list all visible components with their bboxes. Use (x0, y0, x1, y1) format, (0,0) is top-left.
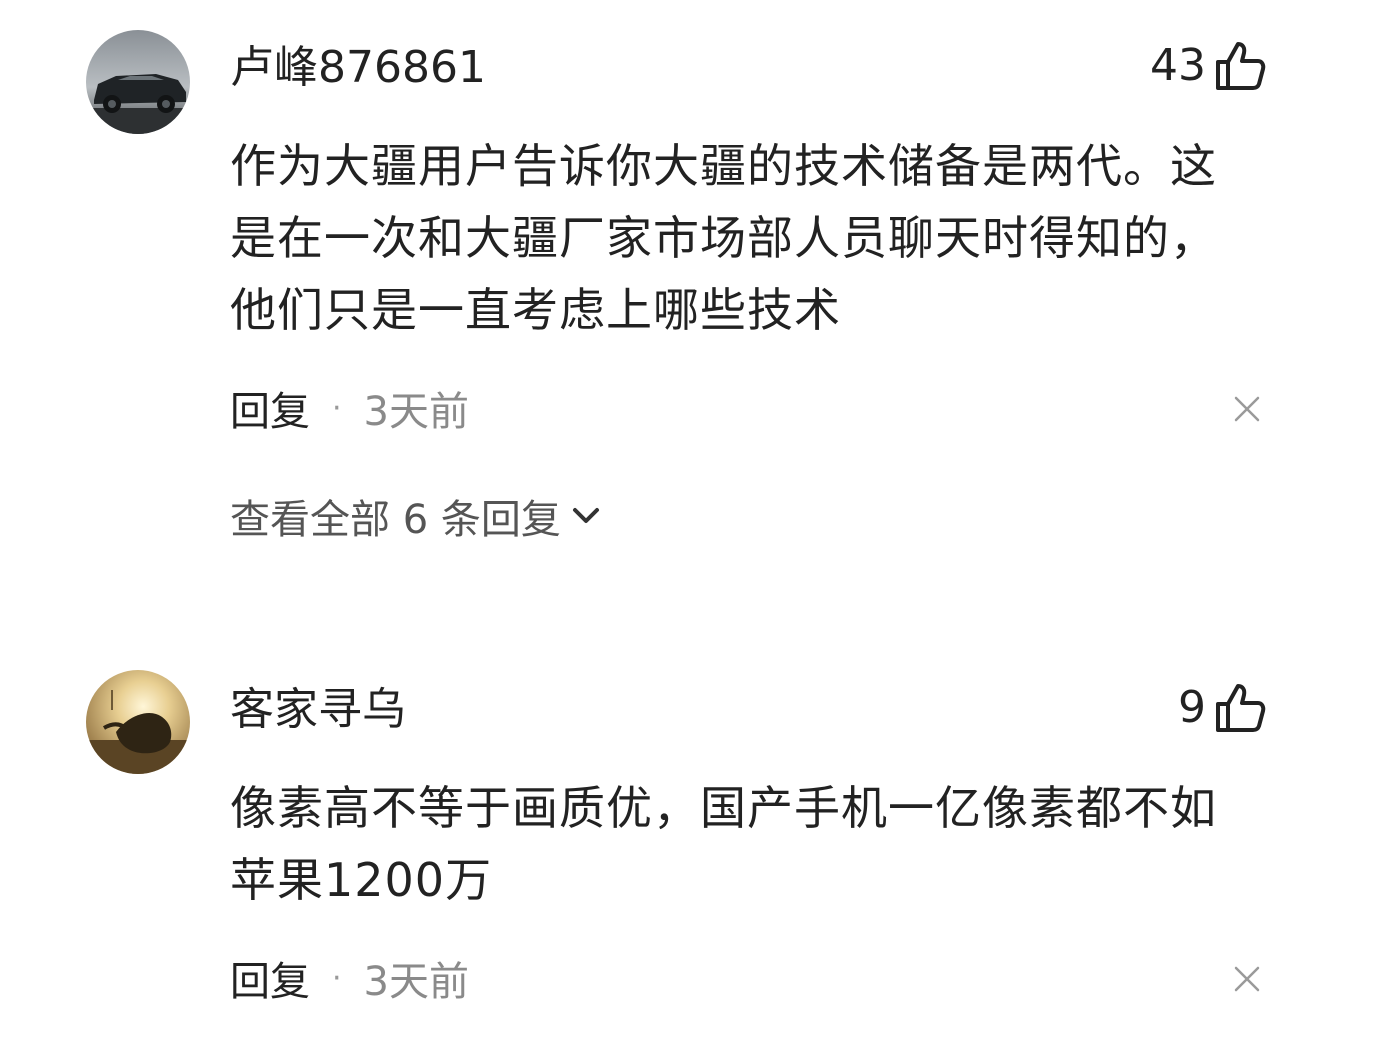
reply-button[interactable]: 回复 (230, 379, 310, 437)
timestamp: 3天前 (363, 389, 469, 435)
comment-item: 客家寻乌 9 像素高不等于画质优，国产手机一亿像素都不如苹果1200万 回复 ·… (0, 640, 1398, 1040)
chevron-down-icon (571, 506, 601, 526)
thumbs-up-icon[interactable] (1214, 682, 1266, 734)
view-all-replies-button[interactable]: 查看全部 6 条回复 (230, 486, 601, 546)
timestamp: 3天前 (363, 959, 469, 1005)
close-icon[interactable] (1234, 396, 1260, 422)
thumbs-up-icon[interactable] (1214, 40, 1266, 92)
separator-dot: · (332, 960, 342, 996)
close-icon[interactable] (1234, 966, 1260, 992)
like-count: 43 (1150, 40, 1206, 91)
comment-meta: 回复 · 3天前 (230, 378, 469, 438)
username[interactable]: 卢峰876861 (230, 38, 486, 98)
comment-text: 作为大疆用户告诉你大疆的技术储备是两代。这是在一次和大疆厂家市场部人员聊天时得知… (230, 139, 1217, 337)
like-button[interactable]: 9 (1178, 678, 1266, 738)
like-count: 9 (1178, 682, 1206, 733)
username[interactable]: 客家寻乌 (230, 680, 406, 740)
comment-text: 像素高不等于画质优，国产手机一亿像素都不如苹果1200万 (230, 781, 1217, 907)
comment-list: 卢峰876861 43 作为大疆用户告诉你大疆的技术储备是两代。这是在一次和大疆… (0, 0, 1398, 1040)
avatar[interactable] (86, 670, 190, 774)
avatar[interactable] (86, 30, 190, 134)
comment-meta: 回复 · 3天前 (230, 948, 469, 1008)
reply-button[interactable]: 回复 (230, 949, 310, 1007)
car-avatar-icon (86, 30, 190, 134)
sunset-avatar-icon (86, 670, 190, 774)
separator-dot: · (332, 390, 342, 426)
like-button[interactable]: 43 (1150, 36, 1266, 96)
comment-item: 卢峰876861 43 作为大疆用户告诉你大疆的技术储备是两代。这是在一次和大疆… (0, 0, 1398, 600)
view-replies-label: 查看全部 6 条回复 (230, 497, 561, 543)
